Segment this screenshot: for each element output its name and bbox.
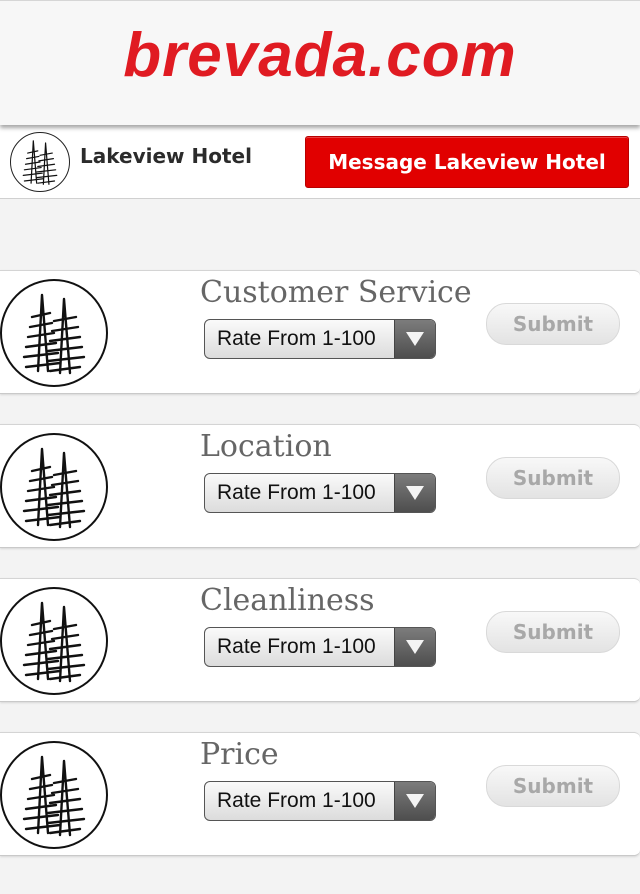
submit-button[interactable]: Submit xyxy=(486,765,620,807)
site-header: brevada.com xyxy=(0,0,640,125)
category-title: Customer Service xyxy=(200,275,472,310)
rate-select[interactable]: Rate From 1-100 xyxy=(204,627,436,667)
card-avatar xyxy=(0,587,108,695)
hotel-bar: Lakeview Hotel Message Lakeview Hotel xyxy=(0,124,640,199)
submit-button[interactable]: Submit xyxy=(486,457,620,499)
hotel-avatar xyxy=(10,132,70,192)
rate-select[interactable]: Rate From 1-100 xyxy=(204,319,436,359)
card-avatar xyxy=(0,741,108,849)
rating-card-customer-service: Customer Service Rate From 1-100 Submit xyxy=(0,270,640,394)
pine-trees-logo-icon xyxy=(22,293,86,375)
chevron-down-icon xyxy=(394,320,435,358)
category-title: Cleanliness xyxy=(200,583,375,618)
submit-button[interactable]: Submit xyxy=(486,611,620,653)
hotel-name: Lakeview Hotel xyxy=(80,144,252,168)
chevron-down-icon xyxy=(394,474,435,512)
brevada-logo[interactable]: brevada.com xyxy=(0,25,640,87)
rating-card-price: Price Rate From 1-100 Submit xyxy=(0,732,640,856)
chevron-down-icon xyxy=(394,628,435,666)
rate-select-value: Rate From 1-100 xyxy=(217,789,376,812)
rate-select[interactable]: Rate From 1-100 xyxy=(204,473,436,513)
rate-select-value: Rate From 1-100 xyxy=(217,481,376,504)
rating-card-location: Location Rate From 1-100 Submit xyxy=(0,424,640,548)
chevron-down-icon xyxy=(394,782,435,820)
message-hotel-button[interactable]: Message Lakeview Hotel xyxy=(305,136,629,188)
logo-text: brevada.com xyxy=(123,21,517,90)
rating-card-cleanliness: Cleanliness Rate From 1-100 Submit xyxy=(0,578,640,702)
submit-button[interactable]: Submit xyxy=(486,303,620,345)
category-title: Price xyxy=(200,737,279,772)
rate-select[interactable]: Rate From 1-100 xyxy=(204,781,436,821)
card-avatar xyxy=(0,279,108,387)
pine-trees-logo-icon xyxy=(22,755,86,837)
rate-select-value: Rate From 1-100 xyxy=(217,327,376,350)
card-avatar xyxy=(0,433,108,541)
pine-trees-logo-icon xyxy=(22,601,86,683)
category-title: Location xyxy=(200,429,332,464)
pine-trees-logo-icon xyxy=(22,447,86,529)
pine-trees-logo-icon xyxy=(22,140,58,185)
rate-select-value: Rate From 1-100 xyxy=(217,635,376,658)
